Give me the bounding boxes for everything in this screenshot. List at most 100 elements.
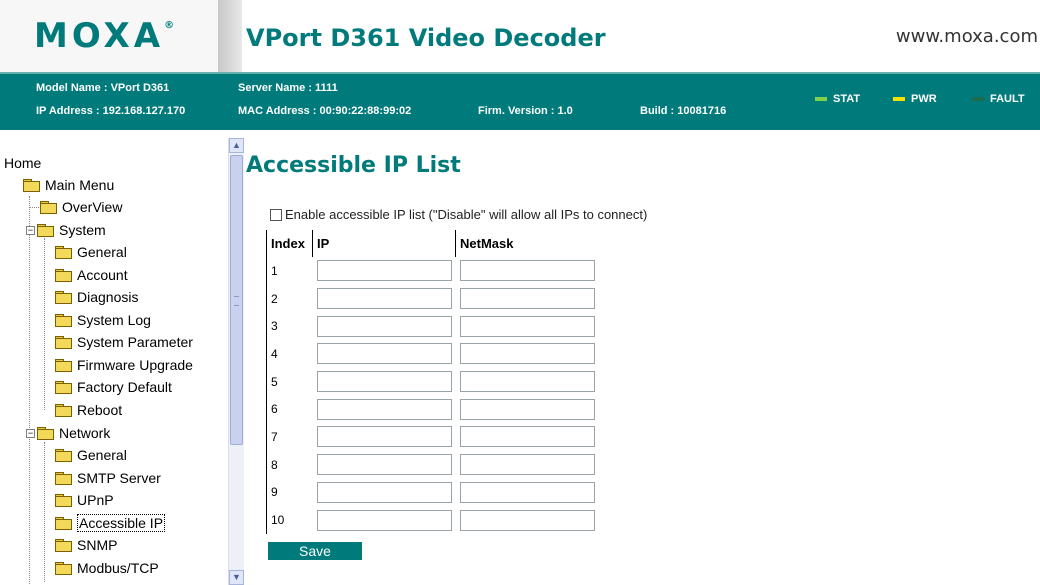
- table-row: 9: [266, 478, 599, 507]
- ip-input[interactable]: [316, 343, 452, 365]
- folder-icon: [55, 404, 72, 417]
- page-title: Accessible IP List: [246, 153, 461, 178]
- sidebar-item-system-general[interactable]: General: [55, 243, 127, 261]
- netmask-cell: [456, 506, 599, 534]
- firmware-version: Firm. Version : 1.0: [478, 105, 573, 117]
- scroll-down-icon[interactable]: ▼: [229, 570, 244, 585]
- row-index: 3: [266, 312, 313, 341]
- netmask-cell: [456, 312, 599, 340]
- enable-accessible-ip-checkbox[interactable]: [270, 208, 282, 221]
- ip-input[interactable]: [316, 426, 452, 448]
- sidebar-item-network[interactable]: − Network: [26, 424, 110, 442]
- ip-input[interactable]: [316, 398, 452, 420]
- tree-line: [44, 238, 45, 410]
- sidebar-item-smtp-server[interactable]: SMTP Server: [55, 469, 161, 487]
- netmask-input[interactable]: [459, 371, 595, 393]
- netmask-input[interactable]: [459, 481, 595, 503]
- logo-registered-mark: ®: [164, 20, 175, 31]
- netmask-input[interactable]: [459, 426, 595, 448]
- netmask-input[interactable]: [459, 454, 595, 476]
- ip-input[interactable]: [316, 260, 452, 282]
- sidebar-item-upnp[interactable]: UPnP: [55, 491, 114, 509]
- sidebar-item-label: Diagnosis: [77, 289, 139, 305]
- product-title: VPort D361 Video Decoder: [246, 24, 606, 52]
- sidebar-item-reboot[interactable]: Reboot: [55, 401, 122, 419]
- folder-open-icon: [37, 427, 54, 440]
- sidebar-item-firmware-upgrade[interactable]: Firmware Upgrade: [55, 356, 193, 374]
- netmask-input[interactable]: [459, 398, 595, 420]
- ip-cell: [313, 506, 456, 534]
- sidebar-item-modbus-tcp[interactable]: Modbus/TCP: [55, 559, 159, 577]
- folder-icon: [55, 269, 72, 282]
- sidebar-item-label: General: [77, 447, 127, 463]
- model-name: Model Name : VPort D361: [36, 82, 170, 94]
- sidebar-item-snmp[interactable]: SNMP: [55, 536, 117, 554]
- ip-cell: [313, 312, 456, 340]
- ip-cell: [313, 285, 456, 313]
- sidebar-item-factory-default[interactable]: Factory Default: [55, 378, 172, 396]
- row-index: 8: [266, 450, 313, 479]
- accessible-ip-table: Index IP NetMask 1 2 3 4 5 6 7 8 9 10: [266, 230, 599, 534]
- led-pwr: PWR: [893, 93, 937, 105]
- website-link[interactable]: www.moxa.com: [896, 26, 1038, 47]
- sidebar-item-network-general[interactable]: General: [55, 446, 127, 464]
- sidebar-item-diagnosis[interactable]: Diagnosis: [55, 288, 138, 306]
- sidebar-item-account[interactable]: Account: [55, 266, 128, 284]
- sidebar-item-home[interactable]: Home: [4, 154, 41, 172]
- sidebar-item-main-menu[interactable]: Main Menu: [23, 176, 114, 194]
- sidebar-item-system-parameter[interactable]: System Parameter: [55, 333, 193, 351]
- sidebar-item-system-log[interactable]: System Log: [55, 311, 151, 329]
- netmask-input[interactable]: [459, 343, 595, 365]
- folder-icon: [55, 449, 72, 462]
- ip-input[interactable]: [316, 288, 452, 310]
- netmask-cell: [456, 257, 599, 285]
- netmask-input[interactable]: [459, 260, 595, 282]
- tree-line: [29, 196, 30, 585]
- ip-input[interactable]: [316, 371, 452, 393]
- logo-text: MOXA: [34, 16, 165, 56]
- sidebar-item-accessible-ip[interactable]: Accessible IP: [55, 514, 166, 532]
- ip-input[interactable]: [316, 315, 452, 337]
- table-row: 1: [266, 257, 599, 285]
- led-fault: FAULT: [972, 93, 1025, 105]
- scrollbar-thumb[interactable]: [230, 155, 243, 445]
- netmask-input[interactable]: [459, 315, 595, 337]
- netmask-cell: [456, 285, 599, 313]
- column-header-ip: IP: [312, 230, 456, 257]
- column-header-netmask: NetMask: [455, 230, 599, 257]
- led-stat: STAT: [815, 93, 860, 105]
- sidebar-navigation: Home Main Menu OverView − System General…: [0, 134, 228, 585]
- collapse-icon[interactable]: −: [26, 225, 35, 235]
- netmask-input[interactable]: [459, 288, 595, 310]
- server-name: Server Name : 1111: [238, 82, 338, 94]
- netmask-input[interactable]: [459, 509, 595, 531]
- sidebar-item-label: Network: [59, 425, 111, 441]
- sidebar-item-label: Main Menu: [45, 177, 115, 193]
- scroll-up-icon[interactable]: ▲: [229, 138, 244, 153]
- ip-cell: [313, 479, 456, 507]
- sidebar-item-system[interactable]: − System: [26, 221, 106, 239]
- tree-line: [44, 442, 45, 582]
- led-pwr-label: PWR: [911, 93, 937, 105]
- folder-icon: [55, 291, 72, 304]
- collapse-icon[interactable]: −: [26, 428, 35, 438]
- device-info-bar: Model Name : VPort D361 Server Name : 11…: [0, 72, 1040, 130]
- row-index: 9: [266, 478, 313, 507]
- scrollbar-grip-icon: [234, 296, 239, 306]
- ip-input[interactable]: [316, 454, 452, 476]
- header: MOXA® VPort D361 Video Decoder www.moxa.…: [0, 0, 1040, 72]
- folder-icon: [55, 246, 72, 259]
- ip-input[interactable]: [316, 481, 452, 503]
- enable-accessible-ip-row: Enable accessible IP list ("Disable" wil…: [270, 207, 647, 222]
- sidebar-item-label: Home: [4, 155, 42, 171]
- led-fault-label: FAULT: [990, 93, 1025, 105]
- sidebar-item-label: System: [59, 222, 106, 238]
- sidebar-item-overview[interactable]: OverView: [40, 198, 122, 216]
- sidebar-scrollbar[interactable]: ▲ ▼: [228, 138, 244, 585]
- folder-icon: [55, 336, 72, 349]
- save-button[interactable]: Save: [268, 542, 362, 560]
- ip-input[interactable]: [316, 509, 452, 531]
- netmask-cell: [456, 395, 599, 423]
- netmask-cell: [456, 451, 599, 479]
- row-index: 4: [266, 340, 313, 368]
